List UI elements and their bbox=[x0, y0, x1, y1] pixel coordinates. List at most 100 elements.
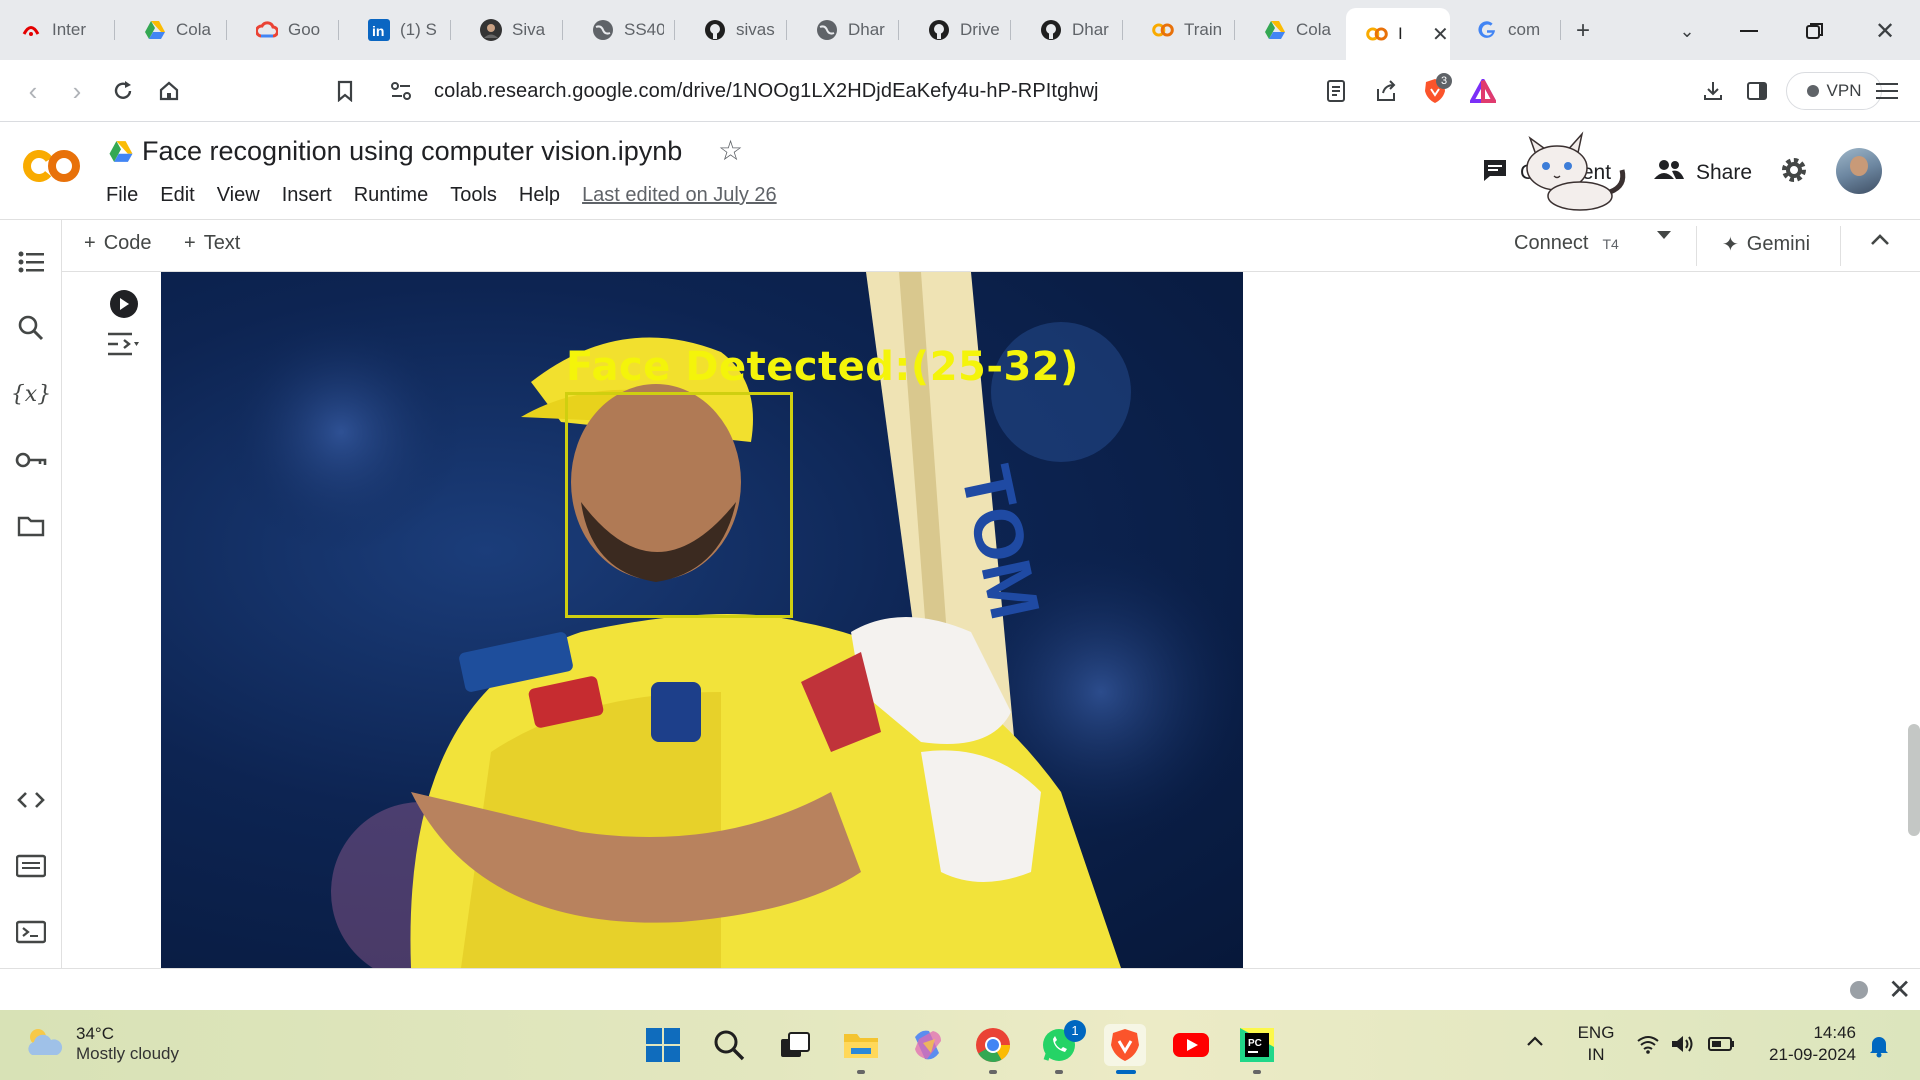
menu-tools[interactable]: Tools bbox=[450, 184, 497, 207]
share-button[interactable]: Share bbox=[1654, 148, 1752, 198]
search-icon[interactable] bbox=[13, 310, 49, 346]
close-window-button[interactable]: ✕ bbox=[1868, 14, 1902, 48]
menu-icon[interactable] bbox=[1868, 72, 1906, 110]
tab-title: SS40 bbox=[624, 20, 664, 39]
browser-tab-strip: Inter Cola Goo in (1) S Siva SS40 sivas … bbox=[0, 0, 1920, 60]
new-tab-button[interactable]: + bbox=[1566, 14, 1600, 48]
close-icon[interactable]: ✕ bbox=[1432, 22, 1449, 47]
browser-tab[interactable]: Dhar bbox=[1020, 10, 1122, 50]
browser-tab[interactable]: Dhar bbox=[796, 10, 898, 50]
close-icon[interactable]: ✕ bbox=[1888, 973, 1911, 1006]
restore-button[interactable] bbox=[1798, 14, 1832, 48]
browser-tab[interactable]: Inter bbox=[0, 10, 114, 50]
globe-icon bbox=[816, 19, 838, 41]
gemini-label: Gemini bbox=[1746, 233, 1811, 255]
notification-badge: 1 bbox=[1064, 1020, 1086, 1042]
chevron-up-icon[interactable] bbox=[1526, 1034, 1544, 1052]
variables-icon[interactable]: {x} bbox=[11, 376, 51, 412]
tab-title: Cola bbox=[176, 20, 211, 39]
system-clock[interactable]: 14:46 21-09-2024 bbox=[1750, 1022, 1856, 1066]
shields-count-badge: 3 bbox=[1436, 73, 1452, 89]
menu-runtime[interactable]: Runtime bbox=[354, 184, 428, 207]
browser-tab[interactable]: Siva bbox=[460, 10, 562, 50]
menu-help[interactable]: Help bbox=[519, 184, 560, 207]
svg-text:in: in bbox=[372, 23, 384, 39]
terminal-icon[interactable] bbox=[13, 914, 49, 950]
browser-toolbar: ‹ › colab.research.google.com/drive/1NOO… bbox=[0, 60, 1920, 122]
gemini-button[interactable]: ✦ Gemini bbox=[1722, 232, 1810, 257]
globe-icon bbox=[592, 19, 614, 41]
sidebar-toggle-icon[interactable] bbox=[1738, 72, 1776, 110]
address-bar[interactable]: colab.research.google.com/drive/1NOOg1LX… bbox=[370, 68, 1540, 114]
forward-button[interactable]: › bbox=[58, 72, 96, 110]
connect-label: Connect bbox=[1514, 232, 1589, 254]
menu-file[interactable]: File bbox=[106, 184, 138, 207]
back-button[interactable]: ‹ bbox=[14, 72, 52, 110]
browser-tab[interactable]: in (1) S bbox=[348, 10, 450, 50]
connect-dropdown-icon[interactable] bbox=[1656, 230, 1672, 240]
colab-logo[interactable] bbox=[22, 144, 82, 194]
chevron-down-icon[interactable]: ⌄ bbox=[1670, 14, 1704, 48]
minimize-button[interactable] bbox=[1732, 14, 1766, 48]
runtime-type-label: T4 bbox=[1602, 235, 1619, 252]
browser-tab-active[interactable]: I ✕ bbox=[1346, 8, 1450, 60]
google-drive-icon[interactable] bbox=[108, 140, 134, 168]
battery-icon[interactable] bbox=[1708, 1036, 1736, 1057]
star-icon[interactable]: ☆ bbox=[718, 134, 743, 167]
brave-shields-icon[interactable]: 3 bbox=[1422, 73, 1452, 110]
folder-icon[interactable] bbox=[13, 508, 49, 544]
download-icon[interactable] bbox=[1694, 72, 1732, 110]
reader-mode-icon[interactable] bbox=[1326, 79, 1346, 108]
copilot-icon[interactable] bbox=[906, 1024, 948, 1066]
key-icon[interactable] bbox=[13, 442, 49, 478]
pycharm-icon[interactable]: PC bbox=[1236, 1024, 1278, 1074]
code-snippets-icon[interactable] bbox=[13, 782, 49, 818]
browser-tab[interactable]: Cola bbox=[1244, 10, 1346, 50]
menu-view[interactable]: View bbox=[217, 184, 260, 207]
add-code-button[interactable]: + Code bbox=[84, 232, 152, 255]
scrollbar-thumb[interactable] bbox=[1908, 724, 1920, 836]
browser-tab[interactable]: com bbox=[1456, 10, 1556, 50]
browser-tab[interactable]: SS40 bbox=[572, 10, 674, 50]
bookmark-icon[interactable] bbox=[326, 72, 364, 110]
notification-bell-icon[interactable] bbox=[1868, 1034, 1890, 1063]
share-page-icon[interactable] bbox=[1374, 79, 1398, 108]
run-cell-button[interactable] bbox=[110, 290, 138, 318]
table-of-contents-icon[interactable] bbox=[13, 244, 49, 280]
google-icon bbox=[1476, 19, 1498, 41]
file-explorer-icon[interactable] bbox=[840, 1024, 882, 1074]
command-palette-icon[interactable] bbox=[13, 848, 49, 884]
input-language[interactable]: ENG IN bbox=[1570, 1022, 1622, 1066]
brave-rewards-icon[interactable] bbox=[1468, 76, 1498, 108]
browser-tab[interactable]: Cola bbox=[124, 10, 226, 50]
wifi-icon[interactable] bbox=[1636, 1034, 1660, 1059]
browser-tab[interactable]: sivas bbox=[684, 10, 786, 50]
connect-button[interactable]: Connect T4 bbox=[1514, 232, 1619, 255]
search-icon[interactable] bbox=[708, 1024, 750, 1066]
menu-edit[interactable]: Edit bbox=[160, 184, 194, 207]
browser-tab[interactable]: Train bbox=[1132, 10, 1234, 50]
youtube-icon[interactable] bbox=[1170, 1024, 1212, 1066]
browser-tab[interactable]: Drive bbox=[908, 10, 1010, 50]
browser-tab[interactable]: Goo bbox=[236, 10, 338, 50]
weather-widget[interactable]: 34°C Mostly cloudy bbox=[26, 1024, 179, 1064]
home-button[interactable] bbox=[150, 72, 188, 110]
avatar[interactable] bbox=[1836, 148, 1882, 194]
windows-start-icon[interactable] bbox=[642, 1024, 684, 1066]
chrome-icon[interactable] bbox=[972, 1024, 1014, 1074]
volume-icon[interactable] bbox=[1670, 1034, 1696, 1059]
task-view-icon[interactable] bbox=[774, 1024, 816, 1066]
add-text-button[interactable]: + Text bbox=[184, 232, 240, 255]
menu-insert[interactable]: Insert bbox=[282, 184, 332, 207]
output-actions-icon[interactable] bbox=[106, 330, 140, 363]
reload-button[interactable] bbox=[104, 72, 142, 110]
brave-browser-icon[interactable] bbox=[1104, 1024, 1146, 1074]
whatsapp-icon[interactable]: 1 bbox=[1038, 1020, 1086, 1074]
collapse-header-icon[interactable] bbox=[1870, 234, 1890, 246]
google-drive-icon bbox=[1264, 19, 1286, 41]
url-text[interactable]: colab.research.google.com/drive/1NOOg1LX… bbox=[434, 80, 1099, 103]
notebook-title[interactable]: Face recognition using computer vision.i… bbox=[142, 136, 682, 167]
site-settings-icon[interactable] bbox=[390, 81, 412, 106]
last-edited-link[interactable]: Last edited on July 26 bbox=[582, 184, 777, 207]
settings-button[interactable] bbox=[1780, 148, 1808, 198]
